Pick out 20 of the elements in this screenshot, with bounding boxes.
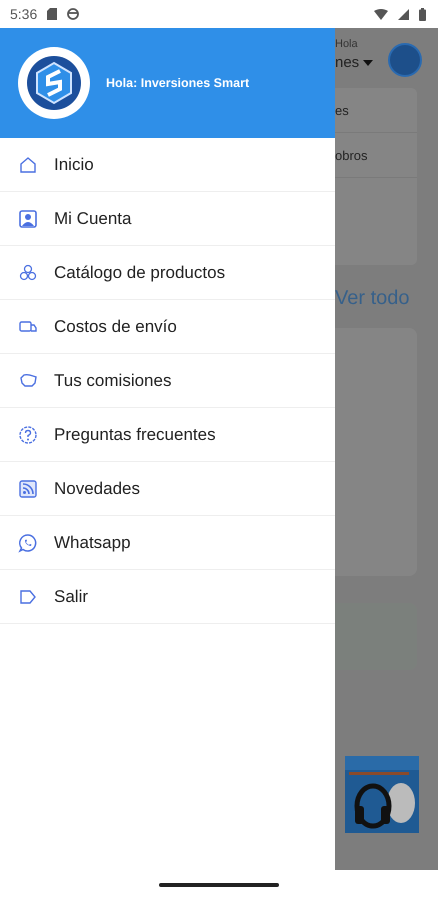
greeting: Hola: Inversiones Smart [106,76,250,90]
clock: 5:36 [10,6,38,22]
row-label[interactable]: obros [335,148,368,162]
signal-icon [398,8,409,20]
rss-icon [18,478,38,498]
circles-icon [18,262,38,282]
wifi-icon [374,8,388,20]
person-icon [18,208,38,228]
avatar[interactable] [388,43,422,77]
account-dropdown[interactable]: nes [335,54,374,71]
battery-icon [419,8,426,20]
whatsapp-icon [18,532,38,552]
menu-item[interactable]: Mi Cuenta [0,192,335,246]
sd-card-icon [47,8,58,20]
home-icon [18,154,38,174]
greeting: Hola [335,38,358,50]
menu-item[interactable]: Novedades [0,462,335,516]
row-label[interactable]: es [335,102,349,118]
status-icon [67,8,80,20]
help-icon [18,424,38,444]
